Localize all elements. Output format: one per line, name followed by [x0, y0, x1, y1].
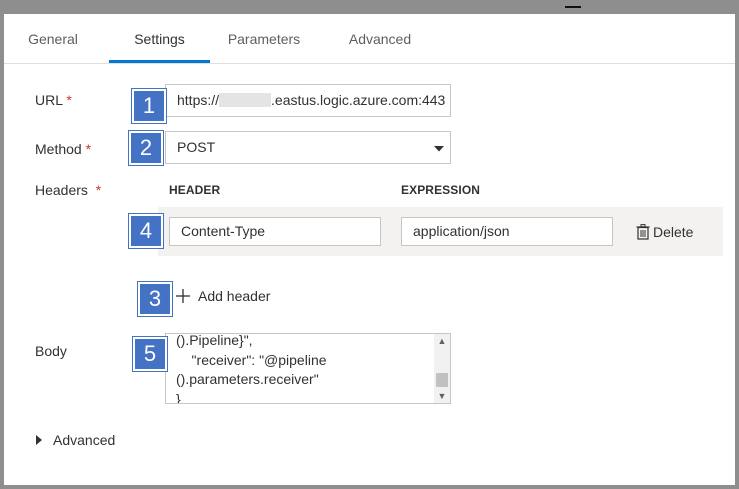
headers-label-text: Headers: [35, 182, 88, 198]
scroll-down-icon[interactable]: ▼: [434, 389, 450, 403]
required-marker: *: [85, 141, 92, 157]
required-marker: *: [66, 92, 72, 108]
body-line: }: [176, 390, 181, 404]
caret-right-icon: [36, 435, 42, 445]
required-marker: *: [95, 182, 102, 198]
header-name-input[interactable]: Content-Type: [169, 217, 381, 246]
scroll-thumb[interactable]: [436, 373, 448, 387]
method-value: POST: [177, 139, 216, 155]
body-line: ().parameters.receiver": [176, 371, 319, 387]
trash-icon: [636, 224, 650, 240]
url-value-suffix: .eastus.logic.azure.com:443: [271, 92, 446, 108]
method-select[interactable]: POST: [165, 131, 451, 164]
scroll-up-icon[interactable]: ▲: [434, 334, 450, 348]
chevron-down-icon: [434, 146, 444, 152]
url-label-text: URL: [35, 92, 63, 108]
method-label-text: Method: [35, 141, 82, 157]
headers-label: Headers *: [35, 182, 101, 198]
tab-general[interactable]: General: [18, 14, 88, 63]
callout-badge: 4: [129, 214, 163, 248]
tab-advanced[interactable]: Advanced: [344, 14, 416, 63]
body-content: ().Pipeline}", "receiver": "@pipeline ().…: [176, 333, 431, 404]
advanced-toggle[interactable]: Advanced: [36, 431, 115, 449]
tab-parameters[interactable]: Parameters: [224, 14, 304, 63]
body-line: "receiver": "@pipeline: [176, 351, 327, 368]
plus-icon: [176, 289, 190, 303]
tab-settings[interactable]: Settings: [109, 14, 210, 63]
add-header-label: Add header: [198, 288, 271, 304]
advanced-label: Advanced: [53, 432, 116, 448]
body-line: ().Pipeline}",: [176, 333, 253, 348]
add-header-button[interactable]: Add header: [176, 286, 270, 306]
url-input[interactable]: https:// .eastus.logic.azure.com:443: [165, 84, 451, 117]
header-column-title: HEADER: [169, 183, 221, 197]
body-label: Body: [35, 343, 67, 359]
method-label: Method *: [35, 141, 91, 157]
header-expression-input[interactable]: application/json: [401, 217, 613, 246]
callout-badge: 1: [132, 89, 166, 123]
body-textarea[interactable]: ().Pipeline}", "receiver": "@pipeline ().…: [165, 333, 451, 404]
delete-label: Delete: [653, 224, 694, 240]
body-scrollbar[interactable]: ▲ ▼: [434, 334, 450, 403]
url-redacted: [219, 93, 272, 107]
url-value-prefix: https://: [177, 92, 220, 108]
callout-badge: 5: [133, 337, 167, 371]
callout-badge: 2: [129, 131, 163, 165]
delete-header-button[interactable]: Delete: [636, 222, 693, 242]
callout-badge: 3: [138, 282, 172, 316]
title-bar-mark: [565, 6, 581, 8]
active-tab-indicator: [109, 60, 210, 63]
tab-bar: General Settings Parameters Advanced: [4, 14, 735, 64]
expression-column-title: EXPRESSION: [401, 183, 481, 197]
url-label: URL *: [35, 92, 72, 108]
